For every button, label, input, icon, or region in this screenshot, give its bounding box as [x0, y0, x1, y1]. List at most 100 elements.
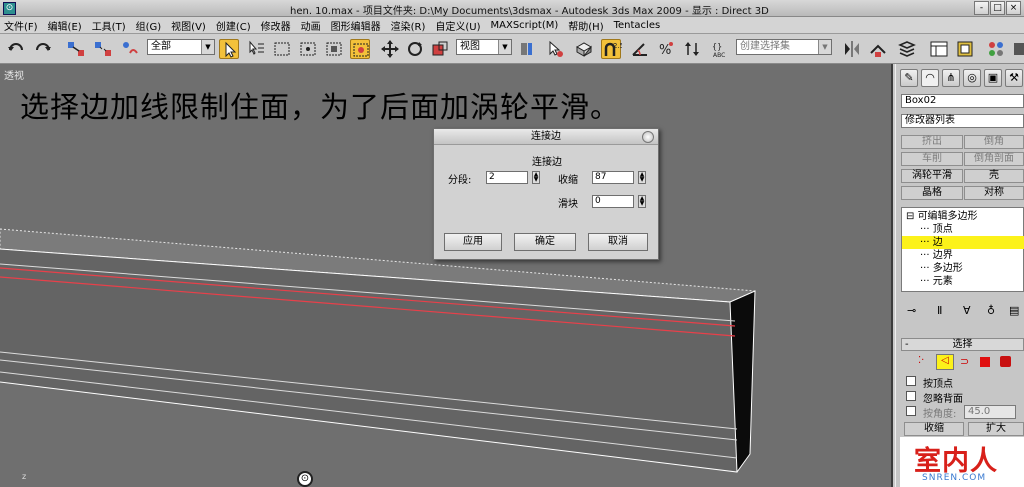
modifier-button-extrude[interactable]: 挤出 [901, 135, 963, 149]
menu-help[interactable]: 帮助(H) [568, 18, 603, 33]
close-icon[interactable] [642, 131, 654, 143]
pinch-spinner[interactable]: ▲ ▼ [638, 171, 646, 184]
bind-space-warp-icon[interactable] [120, 39, 140, 59]
selection-rollout-header[interactable]: - 选择 [901, 338, 1024, 351]
undo-icon[interactable] [6, 39, 26, 59]
move-icon[interactable] [380, 39, 400, 59]
reference-coordinate-dropdown[interactable]: 视图 ▼ [456, 39, 512, 55]
show-end-result-icon[interactable]: Ⅱ [937, 304, 942, 317]
ignore-backfacing-checkbox[interactable] [906, 391, 916, 401]
modifier-button-bevel-profile[interactable]: 倒角剖面 [964, 152, 1024, 166]
modifier-list-dropdown[interactable]: 修改器列表 [901, 114, 1024, 128]
maximize-button[interactable]: □ [990, 1, 1005, 15]
modifier-button-symmetry[interactable]: 对称 [964, 186, 1024, 200]
rectangular-selection-icon[interactable] [272, 39, 292, 59]
modifier-button-turbosmooth[interactable]: 涡轮平滑 [901, 169, 963, 183]
configure-sets-icon[interactable]: ▤ [1009, 304, 1019, 317]
menu-customize[interactable]: 自定义(U) [435, 18, 480, 33]
modifier-button-bevel[interactable]: 倒角 [964, 135, 1024, 149]
layer-manager-icon[interactable] [897, 39, 917, 59]
spinner-snap-icon[interactable] [682, 39, 702, 59]
menu-maxscript[interactable]: MAXScript(M) [491, 20, 559, 31]
select-and-link-icon[interactable] [66, 39, 86, 59]
select-by-name-icon[interactable] [246, 39, 266, 59]
selection-filter-dropdown[interactable]: 全部 ▼ [147, 39, 215, 55]
viewport-label[interactable]: 透视 [4, 67, 24, 82]
border-level-icon[interactable]: ⊃ [960, 355, 969, 368]
menu-graph-editors[interactable]: 图形编辑器 [331, 18, 381, 33]
angle-input[interactable]: 45.0 [964, 405, 1016, 419]
modifier-button-lattice[interactable]: 晶格 [901, 186, 963, 200]
snaps-toggle-icon[interactable]: 2.5 [601, 39, 622, 59]
select-manipulate-icon[interactable] [545, 39, 565, 59]
modify-tab-icon[interactable]: ◠ [921, 69, 939, 87]
minimize-button[interactable]: - [974, 1, 989, 15]
stack-item-edge[interactable]: ··· 边 [902, 236, 1024, 249]
hierarchy-tab-icon[interactable]: ⋔ [942, 69, 960, 87]
stack-item-border[interactable]: ··· 边界 [902, 249, 1024, 262]
segments-input[interactable]: 2 [486, 171, 528, 184]
close-button[interactable]: × [1006, 1, 1021, 15]
menu-tentacles[interactable]: Tentacles [614, 20, 661, 31]
redo-icon[interactable] [33, 39, 53, 59]
shrink-button[interactable]: 收缩 [904, 422, 964, 436]
menu-views[interactable]: 视图(V) [171, 18, 206, 33]
modifier-button-lathe[interactable]: 车削 [901, 152, 963, 166]
by-vertex-checkbox[interactable] [906, 376, 916, 386]
schematic-view-icon[interactable] [955, 39, 975, 59]
element-level-icon[interactable] [1000, 356, 1011, 367]
render-setup-icon[interactable] [1012, 39, 1024, 59]
pinch-input[interactable]: 87 [592, 171, 634, 184]
keyboard-shortcut-override-icon[interactable] [574, 39, 594, 59]
segments-spinner[interactable]: ▲ ▼ [532, 171, 540, 184]
3ds-max-icon[interactable]: ⊙ [3, 2, 16, 15]
dialog-title[interactable]: 连接边 [434, 129, 658, 145]
ok-button[interactable]: 确定 [514, 233, 576, 251]
menu-file[interactable]: 文件(F) [4, 18, 38, 33]
pin-stack-icon[interactable]: ⊸ [907, 304, 916, 317]
menu-modifiers[interactable]: 修改器 [261, 18, 291, 33]
menu-animation[interactable]: 动画 [301, 18, 321, 33]
menu-create[interactable]: 创建(C) [216, 18, 251, 33]
modifier-button-shell[interactable]: 壳 [964, 169, 1024, 183]
create-tab-icon[interactable]: ✎ [900, 69, 918, 87]
curve-editor-icon[interactable] [929, 39, 949, 59]
material-editor-icon[interactable] [986, 39, 1006, 59]
vertex-level-icon[interactable]: ⁚· [918, 355, 924, 366]
percent-snap-icon[interactable]: % [656, 39, 676, 59]
make-unique-icon[interactable]: ∀ [963, 304, 971, 317]
pivot-center-icon[interactable] [517, 39, 537, 59]
slide-input[interactable]: 0 [592, 195, 634, 208]
remove-modifier-icon[interactable]: ♁ [987, 304, 995, 317]
menu-edit[interactable]: 编辑(E) [48, 18, 82, 33]
object-name-field[interactable]: Box02 [901, 94, 1024, 108]
angle-snap-icon[interactable] [630, 39, 650, 59]
named-selection-dropdown[interactable]: 创建选择集 ▼ [736, 39, 832, 55]
cancel-button[interactable]: 取消 [588, 233, 648, 251]
rotate-icon[interactable] [405, 39, 425, 59]
mirror-icon[interactable] [842, 39, 862, 59]
by-angle-checkbox[interactable] [906, 406, 916, 416]
menu-tools[interactable]: 工具(T) [92, 18, 126, 33]
display-tab-icon[interactable]: ▣ [984, 69, 1002, 87]
align-icon[interactable] [868, 39, 888, 59]
stack-item-editable-poly[interactable]: ⊟ 可编辑多边形 [902, 210, 1024, 223]
utilities-tab-icon[interactable]: ⚒ [1005, 69, 1023, 87]
slide-spinner[interactable]: ▲ ▼ [638, 195, 646, 208]
stack-item-vertex[interactable]: ··· 顶点 [902, 223, 1024, 236]
polygon-level-icon[interactable] [980, 357, 990, 367]
edge-level-icon[interactable]: ◁ [936, 354, 954, 370]
window-crossing-icon[interactable] [298, 39, 318, 59]
grow-button[interactable]: 扩大 [968, 422, 1024, 436]
paint-selection-icon[interactable] [324, 39, 344, 59]
edit-named-selection-icon[interactable]: {} ABC [710, 39, 730, 59]
stack-item-polygon[interactable]: ··· 多边形 [902, 262, 1024, 275]
scale-icon[interactable] [430, 39, 450, 59]
apply-button[interactable]: 应用 [444, 233, 502, 251]
menu-rendering[interactable]: 渲染(R) [391, 18, 426, 33]
viewcube-icon[interactable]: ⊙ [297, 471, 313, 487]
unlink-icon[interactable] [93, 39, 113, 59]
motion-tab-icon[interactable]: ◎ [963, 69, 981, 87]
crossing-selection-icon[interactable] [350, 39, 370, 59]
stack-item-element[interactable]: ··· 元素 [902, 275, 1024, 288]
